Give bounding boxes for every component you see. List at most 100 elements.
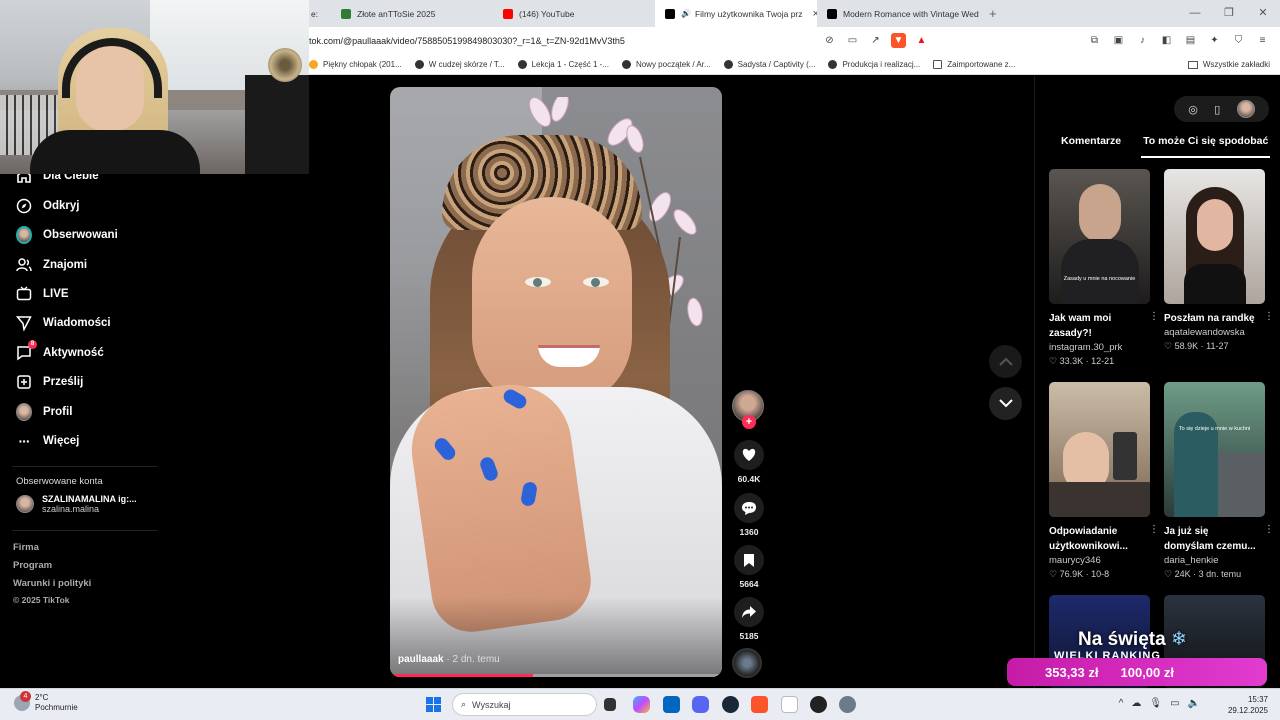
leo-ai-icon[interactable]: ✦ — [1207, 33, 1222, 48]
close-icon[interactable]: ✕ — [1246, 0, 1280, 27]
windows-start-icon[interactable] — [426, 697, 441, 712]
tab-recommended[interactable]: To może Ci się spodobać — [1141, 134, 1271, 158]
tab-3-active[interactable]: 🔊 Filmy użytkownika Twoja prz × — [655, 0, 817, 27]
comment-icon[interactable] — [734, 493, 764, 523]
more-options-icon[interactable]: ⋮ — [1149, 311, 1159, 322]
new-tab-button[interactable]: + — [979, 0, 1007, 27]
comment-action[interactable]: 1360 — [732, 493, 766, 537]
card-user[interactable]: aqatalewandowska — [1164, 327, 1266, 338]
chevron-up-icon[interactable]: ^ — [1119, 698, 1124, 709]
sidebar-toggle-icon[interactable]: ◧ — [1159, 33, 1174, 48]
brave-shield-icon[interactable]: ▼ — [891, 33, 906, 48]
compass-icon[interactable]: ◎ — [1188, 103, 1198, 116]
nav-profile[interactable]: Profil — [16, 401, 72, 423]
followed-account[interactable]: SZALINAMALINA ig:... szalina.malina — [16, 494, 137, 514]
cloud-sync-icon[interactable]: ☁ — [1131, 698, 1141, 709]
tab-0[interactable]: e: — [309, 0, 331, 27]
heart-icon[interactable] — [734, 440, 764, 470]
more-options-icon[interactable]: ⋮ — [1264, 524, 1274, 535]
music-disc-icon[interactable] — [732, 648, 762, 678]
file-icon[interactable] — [781, 696, 798, 713]
steam-icon[interactable] — [722, 696, 739, 713]
avatar[interactable] — [1236, 100, 1255, 118]
video-player[interactable]: paullaaak · 2 dn. temu — [390, 87, 722, 677]
video-author[interactable]: paullaaak — [398, 654, 444, 665]
device-icon[interactable]: ▯ — [1214, 103, 1220, 116]
clock[interactable]: 15:37 29.12.2025 — [1228, 694, 1268, 716]
follow-plus-icon[interactable]: + — [742, 415, 756, 429]
brave-rewards-icon[interactable]: ▲ — [914, 33, 929, 48]
recommended-card[interactable]: To się dzieje u mnie w kuchni Ja już się… — [1164, 382, 1274, 580]
bookmark-4[interactable]: Sadysta / Captivity (... — [723, 59, 815, 69]
bookmark-icon[interactable] — [734, 545, 764, 575]
bookmark-2[interactable]: Lekcja 1 - Część 1 -... — [517, 59, 609, 69]
weather-widget[interactable]: 4 2°C Pochmurnie — [14, 691, 78, 713]
restore-icon[interactable]: ❐ — [1212, 0, 1246, 27]
nav-activity[interactable]: 8 Aktywność — [16, 340, 104, 364]
cast-icon[interactable]: ▭ — [845, 33, 860, 48]
obs-icon[interactable] — [810, 696, 827, 713]
minimize-icon[interactable]: — — [1178, 0, 1212, 27]
vpn-icon[interactable]: ⛉ — [1231, 33, 1246, 48]
recommended-card[interactable]: Poszłam na randkę ⋮ aqatalewandowska ♡ 5… — [1164, 169, 1274, 352]
recommended-card[interactable]: Odpowiadanie użytkownikowi... ⋮ maurycy34… — [1049, 382, 1159, 580]
taskbar-search[interactable]: ⌕ Wyszukaj — [452, 693, 597, 716]
no-tracking-icon[interactable]: ⊘ — [822, 33, 837, 48]
volume-icon[interactable]: 🔈 — [1188, 698, 1200, 709]
discord-icon[interactable] — [692, 696, 709, 713]
tab-comments[interactable]: Komentarze — [1035, 134, 1133, 158]
extensions-icon[interactable]: ⧉ — [1087, 33, 1102, 48]
copilot-icon[interactable] — [633, 696, 650, 713]
tab-1[interactable]: Złote anTToSie 2025 — [331, 0, 493, 27]
next-video-button[interactable] — [989, 387, 1022, 420]
bookmark-5[interactable]: Produkcja i realizacj... — [828, 59, 920, 69]
bookmark-1[interactable]: W cudzej skórze / T... — [414, 59, 505, 69]
card-thumbnail[interactable]: To się dzieje u mnie w kuchni — [1164, 382, 1265, 517]
bookmark-folder[interactable]: Zaimportowane z... — [933, 59, 1015, 69]
card-thumbnail[interactable]: Zasady u mnie na nocowanie — [1049, 169, 1150, 304]
display-icon[interactable]: ▭ — [1170, 698, 1179, 709]
store-icon[interactable] — [663, 696, 680, 713]
tab-2[interactable]: (146) YouTube — [493, 0, 655, 27]
nav-upload[interactable]: Prześlij — [16, 371, 83, 393]
card-thumbnail[interactable] — [1049, 382, 1150, 517]
brave-icon[interactable] — [751, 696, 768, 713]
creator-avatar[interactable]: + — [732, 390, 764, 429]
nav-more[interactable]: ··· Więcej — [16, 430, 80, 452]
previous-video-button[interactable] — [989, 345, 1022, 378]
share-icon[interactable]: ↗ — [868, 33, 883, 48]
music-icon[interactable]: ♪ — [1135, 33, 1150, 48]
more-options-icon[interactable]: ⋮ — [1264, 311, 1274, 322]
menu-icon[interactable]: ≡ — [1255, 33, 1270, 48]
card-thumbnail[interactable] — [1164, 169, 1265, 304]
recommended-card[interactable]: Zasady u mnie na nocowanie Jak wam moi za… — [1049, 169, 1159, 367]
tab-4[interactable]: Modern Romance with Vintage Wed — [817, 0, 979, 27]
settings-icon[interactable] — [839, 696, 856, 713]
bookmark-0[interactable]: Piękny chłopak (201... — [309, 59, 402, 69]
url-field[interactable]: tok.com/@paullaaak/video/758850519984980… — [309, 36, 822, 46]
card-user[interactable]: instagram.30_prk — [1049, 342, 1151, 353]
nav-following[interactable]: Obserwowani — [16, 224, 118, 246]
footer-terms-link[interactable]: Warunki i polityki — [13, 578, 91, 589]
wallet2-icon[interactable]: ▤ — [1183, 33, 1198, 48]
video-progress-bar[interactable] — [390, 674, 722, 677]
save-action[interactable]: 5664 — [732, 545, 766, 589]
footer-company-link[interactable]: Firma — [13, 542, 39, 553]
nav-messages[interactable]: Wiadomości — [16, 312, 111, 334]
footer-program-link[interactable]: Program — [13, 560, 52, 571]
search-placeholder: Wyszukaj — [472, 699, 511, 710]
wallet-icon[interactable]: ▣ — [1111, 33, 1126, 48]
task-view-icon[interactable] — [604, 698, 616, 711]
card-user[interactable]: daria_henkie — [1164, 555, 1266, 566]
more-options-icon[interactable]: ⋮ — [1149, 524, 1159, 535]
share-icon[interactable] — [734, 597, 764, 627]
share-action[interactable]: 5185 — [732, 597, 766, 641]
nav-live[interactable]: LIVE — [16, 283, 69, 305]
nav-friends[interactable]: Znajomi — [16, 254, 87, 276]
bookmark-3[interactable]: Nowy początek / Ar... — [621, 59, 711, 69]
nav-discover[interactable]: Odkryj — [16, 195, 79, 217]
like-action[interactable]: 60.4K — [732, 440, 766, 484]
card-user[interactable]: maurycy346 — [1049, 555, 1151, 566]
mic-icon[interactable]: 🎙 — [1149, 698, 1162, 709]
all-bookmarks[interactable]: Wszystkie zakładki — [1187, 54, 1270, 75]
